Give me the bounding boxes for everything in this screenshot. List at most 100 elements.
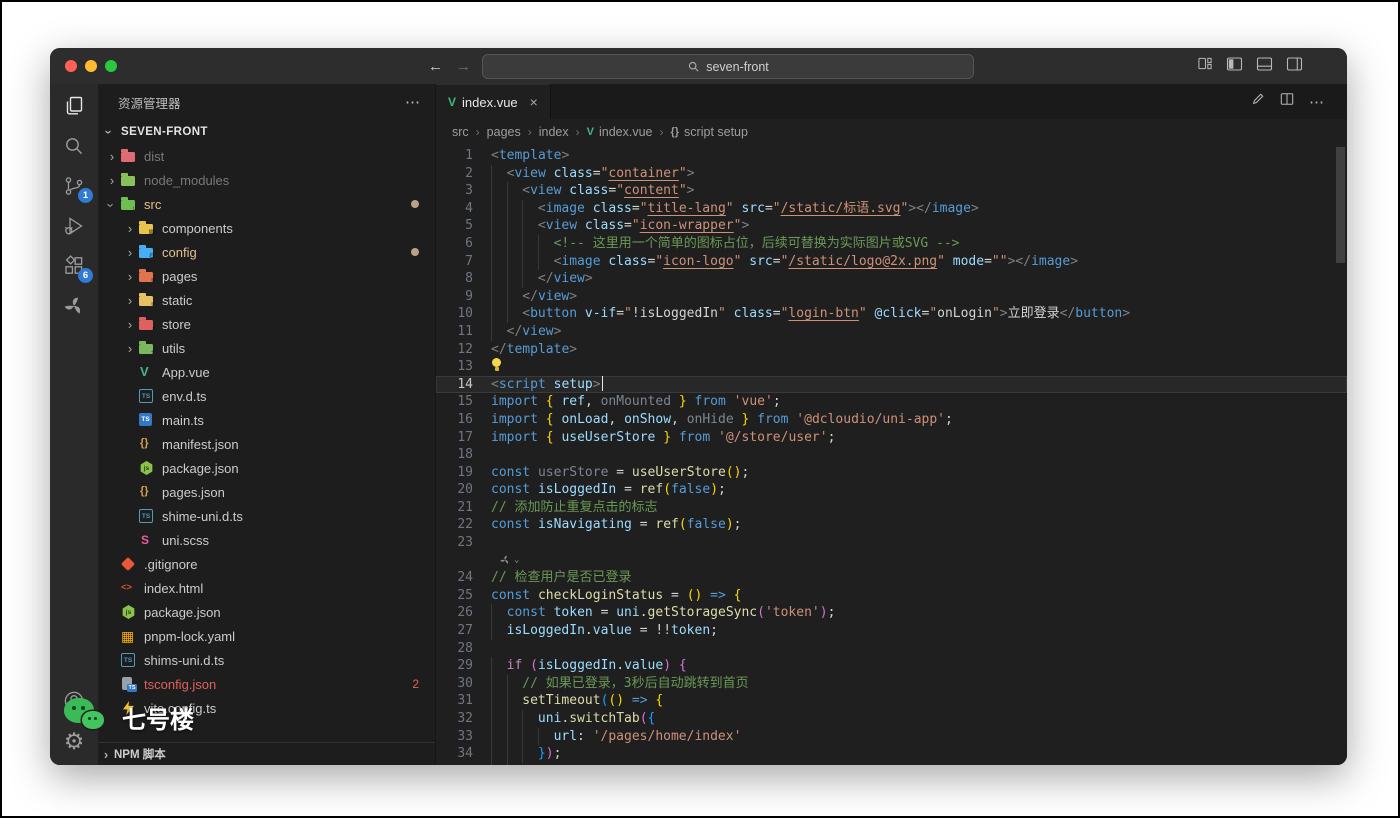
explorer-item-utils[interactable]: › + utils [98, 336, 435, 360]
explorer-item-manifest.json[interactable]: ›manifest.json [98, 432, 435, 456]
code-line-31[interactable]: 31 setTimeout(() => { [436, 692, 1347, 710]
explorer-item-dist[interactable]: › dist [98, 144, 435, 168]
code-line-12[interactable]: 12 </template> [436, 341, 1347, 359]
explorer-item-config[interactable]: › ⚙ config [98, 240, 435, 264]
explorer-item-pages[interactable]: › ≡ pages [98, 264, 435, 288]
code-line-6[interactable]: 6 <!-- 这里用一个简单的图标占位，后续可替换为实际图片或SVG --> [436, 235, 1347, 253]
code-line-20[interactable]: 20 const isLoggedIn = ref(false); [436, 481, 1347, 499]
breadcrumb-index[interactable]: index [539, 125, 569, 139]
zoom-window-button[interactable] [105, 60, 117, 72]
code-line-5[interactable]: 5 <view class="icon-wrapper"> [436, 217, 1347, 235]
explorer-item-store[interactable]: › ▪ store [98, 312, 435, 336]
toggle-secondary-sidebar-icon[interactable] [1286, 56, 1303, 77]
inline-suggestion-widget[interactable]: ⌄ [499, 552, 519, 570]
code-line-18[interactable]: 18 [436, 446, 1347, 464]
code-line-34[interactable]: 34}); [436, 745, 1347, 763]
activity-source-control-icon[interactable]: 1 [50, 166, 98, 206]
tab-index-vue[interactable]: V index.vue × [436, 84, 551, 119]
command-center-search[interactable]: seven-front [482, 54, 974, 79]
activity-search-icon[interactable] [50, 126, 98, 166]
explorer-item-App.vue[interactable]: ›App.vue [98, 360, 435, 384]
edit-pencil-icon[interactable] [1251, 92, 1265, 111]
inline-widget-row[interactable]: ⌄ [436, 552, 1347, 570]
breadcrumb-pages[interactable]: pages [487, 125, 521, 139]
chevron-right-icon[interactable]: › [104, 149, 120, 164]
code-line-35[interactable]: 35}, 3000); [436, 763, 1347, 765]
chevron-right-icon[interactable]: › [122, 341, 138, 356]
explorer-item-tsconfig.json[interactable]: ›tsconfig.json2 [98, 672, 435, 696]
more-actions-icon[interactable]: ⋯ [1309, 93, 1325, 111]
explorer-item-components[interactable]: › ▦ components [98, 216, 435, 240]
minimize-window-button[interactable] [85, 60, 97, 72]
breadcrumb-index.vue[interactable]: Vindex.vue [587, 125, 653, 139]
code-line-22[interactable]: 22 const isNavigating = ref(false); [436, 516, 1347, 534]
code-line-14[interactable]: 14 <script setup> [436, 375, 1347, 394]
explorer-item-shime-uni.d.ts[interactable]: ›shime-uni.d.ts [98, 504, 435, 528]
explorer-item-pnpm-lock.yaml[interactable]: ›pnpm-lock.yaml [98, 624, 435, 648]
explorer-item-node_modules[interactable]: › node_modules [98, 168, 435, 192]
code-line-16[interactable]: 16 import { onLoad, onShow, onHide } from… [436, 411, 1347, 429]
chevron-right-icon[interactable]: › [122, 221, 138, 236]
chevron-right-icon[interactable]: › [122, 317, 138, 332]
explorer-root-row[interactable]: › SEVEN-FRONT [98, 120, 435, 143]
code-line-9[interactable]: 9 </view> [436, 288, 1347, 306]
chevron-down-icon[interactable]: › [104, 197, 119, 213]
explorer-item-static[interactable]: › ≡ static [98, 288, 435, 312]
code-line-32[interactable]: 32 uni.switchTab({ [436, 710, 1347, 728]
split-editor-icon[interactable] [1280, 92, 1294, 111]
activity-files-icon[interactable] [50, 86, 98, 126]
code-line-33[interactable]: 33 url: '/pages/home/index' [436, 728, 1347, 746]
code-line-30[interactable]: 30// 如果已登录，3秒后自动跳转到首页 [436, 675, 1347, 693]
breadcrumb-src[interactable]: src [452, 125, 469, 139]
wechat-icon[interactable] [62, 696, 110, 738]
code-line-25[interactable]: 25 const checkLoginStatus = () => { [436, 587, 1347, 605]
activity-run-debug-icon[interactable] [50, 206, 98, 246]
scrollbar-thumb[interactable] [1336, 147, 1345, 263]
close-window-button[interactable] [65, 60, 77, 72]
back-arrow-icon[interactable]: ← [428, 58, 443, 75]
code-line-1[interactable]: 1 <template> [436, 147, 1347, 165]
code-line-24[interactable]: 24// 检查用户是否已登录 [436, 569, 1347, 587]
code-line-7[interactable]: 7 <image class="icon-logo" src="/static/l… [436, 253, 1347, 271]
chevron-right-icon[interactable]: › [122, 245, 138, 260]
explorer-item-package.json[interactable]: ›package.json [98, 600, 435, 624]
forward-arrow-icon[interactable]: → [456, 58, 471, 75]
code-line-10[interactable]: 10 <button v-if="!isLoggedIn" class="logi… [436, 305, 1347, 323]
explorer-item-pages.json[interactable]: ›pages.json [98, 480, 435, 504]
npm-scripts-section[interactable]: › NPM 脚本 [98, 742, 435, 765]
more-actions-icon[interactable]: ⋯ [405, 93, 421, 111]
explorer-item-src[interactable]: › ‹› src [98, 192, 435, 216]
code-line-4[interactable]: 4 <image class="title-lang" src="/static/… [436, 200, 1347, 218]
explorer-item-shims-uni.d.ts[interactable]: ›shims-uni.d.ts [98, 648, 435, 672]
explorer-item-.gitignore[interactable]: ›.gitignore [98, 552, 435, 576]
explorer-item-uni.scss[interactable]: ›uni.scss [98, 528, 435, 552]
code-line-29[interactable]: 29 if (isLoggedIn.value) { [436, 657, 1347, 675]
code-line-17[interactable]: 17 import { useUserStore } from '@/store/… [436, 429, 1347, 447]
close-tab-icon[interactable]: × [530, 94, 538, 110]
toggle-panel-icon[interactable] [1256, 56, 1273, 77]
code-line-21[interactable]: 21// 添加防止重复点击的标志 [436, 499, 1347, 517]
chevron-right-icon[interactable]: › [104, 173, 120, 188]
lightbulb-icon[interactable] [491, 358, 503, 372]
code-line-26[interactable]: 26 const token = uni.getStorageSync('toke… [436, 604, 1347, 622]
code-line-13[interactable]: 13 [436, 358, 1347, 376]
code-line-23[interactable]: 23 [436, 534, 1347, 552]
activity-pinwheel-tool-icon[interactable] [50, 286, 98, 326]
chevron-right-icon[interactable]: › [122, 269, 138, 284]
explorer-item-package.json[interactable]: ›package.json [98, 456, 435, 480]
chevron-right-icon[interactable]: › [122, 293, 138, 308]
code-line-11[interactable]: 11 </view> [436, 323, 1347, 341]
code-line-28[interactable]: 28 [436, 640, 1347, 658]
activity-extensions-icon[interactable]: 6 [50, 246, 98, 286]
breadcrumb-script-setup[interactable]: {} script setup [670, 125, 747, 139]
code-area[interactable]: 1 <template> 2 <view class="container"> 3 <vi… [436, 144, 1347, 765]
code-line-15[interactable]: 15 import { ref, onMounted } from 'vue'; [436, 393, 1347, 411]
code-line-2[interactable]: 2 <view class="container"> [436, 165, 1347, 183]
code-line-3[interactable]: 3 <view class="content"> [436, 182, 1347, 200]
toggle-primary-sidebar-icon[interactable] [1226, 56, 1243, 77]
code-line-19[interactable]: 19 const userStore = useUserStore(); [436, 464, 1347, 482]
explorer-item-main.ts[interactable]: ›main.ts [98, 408, 435, 432]
code-line-8[interactable]: 8 </view> [436, 270, 1347, 288]
explorer-item-index.html[interactable]: ›index.html [98, 576, 435, 600]
customize-layout-icon[interactable] [1197, 56, 1213, 76]
